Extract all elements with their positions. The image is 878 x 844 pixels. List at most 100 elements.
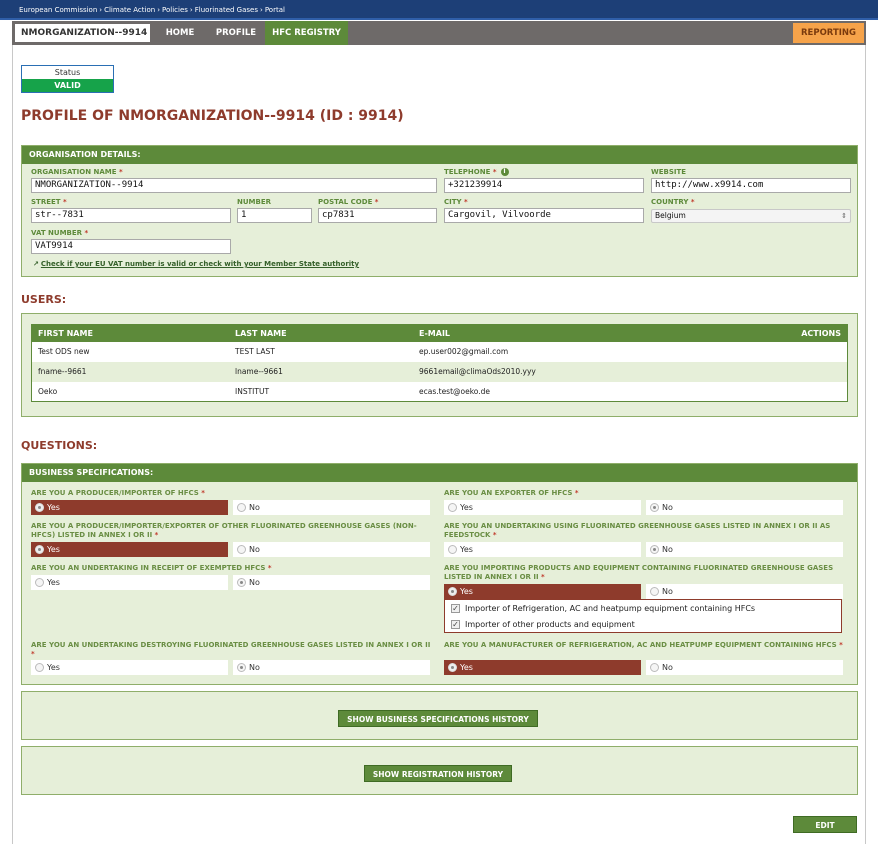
postal-code-field[interactable]: cp7831 <box>318 208 437 223</box>
user-last-name: TEST LAST <box>235 347 275 356</box>
q3-yes-option[interactable]: Yes <box>31 542 228 557</box>
col-first-name: FIRST NAME <box>38 329 93 338</box>
status-value: VALID <box>22 79 113 92</box>
q7-no-option[interactable]: No <box>233 660 430 675</box>
radio-icon <box>237 545 246 554</box>
status-badge: Status VALID <box>21 65 114 93</box>
user-email: ep.user002@gmail.com <box>419 347 509 356</box>
q8-no-option[interactable]: No <box>646 660 843 675</box>
q6-subtypes: ✓ Importer of Refrigeration, AC and heatp… <box>444 599 842 633</box>
top-banner: European Commission › Climate Action › Polic… <box>0 0 878 20</box>
show-business-history-button[interactable]: SHOW BUSINESS SPECIFICATIONS HISTORY <box>338 710 538 727</box>
country-select[interactable]: Belgium ⇕ <box>651 209 851 223</box>
org-name-label: ORGANISATION NAME * <box>31 168 123 176</box>
vat-number-field[interactable]: VAT9914 <box>31 239 231 254</box>
q7-yes-option[interactable]: Yes <box>31 660 228 675</box>
website-field[interactable]: http://www.x9914.com <box>651 178 851 193</box>
q1-yes-option[interactable]: Yes <box>31 500 228 515</box>
q3-no-option[interactable]: No <box>233 542 430 557</box>
telephone-label: TELEPHONE * i <box>444 168 509 176</box>
chevron-right-icon: › <box>157 6 160 14</box>
number-field[interactable]: 1 <box>237 208 312 223</box>
q1-no-option[interactable]: No <box>233 500 430 515</box>
nav-organisation[interactable]: NMORGANIZATION--9914 <box>15 24 150 42</box>
question-manufacturer-equipment: ARE YOU A MANUFACTURER OF REFRIGERATION,… <box>444 641 843 649</box>
panel-heading: BUSINESS SPECIFICATIONS: <box>22 464 857 482</box>
user-first-name: Test ODS new <box>38 347 90 356</box>
nav-hfc-registry[interactable]: HFC REGISTRY <box>265 21 348 45</box>
user-email: 9661email@climaOds2010.yyy <box>419 367 536 376</box>
q8-yes-option[interactable]: Yes <box>444 660 641 675</box>
radio-icon <box>650 587 659 596</box>
q2-yes-option[interactable]: Yes <box>444 500 641 515</box>
q4-no-option[interactable]: No <box>646 542 843 557</box>
user-last-name: INSTITUT <box>235 387 270 396</box>
q2-no-option[interactable]: No <box>646 500 843 515</box>
q6-no-option[interactable]: No <box>646 584 843 599</box>
panel-heading: ORGANISATION DETAILS: <box>22 146 857 164</box>
org-name-field[interactable]: NMORGANIZATION--9914 <box>31 178 437 193</box>
radio-icon <box>650 663 659 672</box>
chevron-right-icon: › <box>260 6 263 14</box>
breadcrumb-item[interactable]: Fluorinated Gases <box>195 6 258 14</box>
breadcrumb: European Commission › Climate Action › Polic… <box>19 6 285 14</box>
breadcrumb-item[interactable]: Climate Action <box>104 6 155 14</box>
country-label: COUNTRY * <box>651 198 695 206</box>
street-field[interactable]: str--7831 <box>31 208 231 223</box>
radio-selected-icon <box>35 503 44 512</box>
user-last-name: lname--9661 <box>235 367 283 376</box>
user-first-name: fname--9661 <box>38 367 87 376</box>
q4-yes-option[interactable]: Yes <box>444 542 641 557</box>
radio-icon <box>35 663 44 672</box>
website-label: WEBSITE <box>651 168 687 176</box>
telephone-field[interactable]: +321239914 <box>444 178 644 193</box>
show-registration-history-button[interactable]: SHOW REGISTRATION HISTORY <box>364 765 512 782</box>
status-label: Status <box>54 68 81 77</box>
breadcrumb-item[interactable]: Policies <box>162 6 188 14</box>
checkbox-checked-icon: ✓ <box>451 604 460 613</box>
vat-check-link[interactable]: ↗ Check if your EU VAT number is valid or… <box>33 260 359 268</box>
checkbox-refrigeration-importer[interactable]: ✓ Importer of Refrigeration, AC and heatp… <box>451 601 755 616</box>
breadcrumb-item[interactable]: European Commission <box>19 6 97 14</box>
q5-no-option[interactable]: No <box>233 575 430 590</box>
radio-icon <box>237 503 246 512</box>
chevron-right-icon: › <box>99 6 103 14</box>
radio-selected-icon <box>650 503 659 512</box>
radio-selected-icon <box>448 587 457 596</box>
radio-selected-icon <box>237 663 246 672</box>
external-link-icon: ↗ <box>33 260 39 268</box>
users-table: FIRST NAME LAST NAME E-MAIL ACTIONS Test… <box>31 324 848 402</box>
radio-icon <box>448 545 457 554</box>
col-actions: ACTIONS <box>801 329 841 338</box>
city-field[interactable]: Cargovil, Vilvoorde <box>444 208 644 223</box>
question-other-fgases: ARE YOU A PRODUCER/IMPORTER/EXPORTER OF … <box>31 522 417 539</box>
table-row: fname--9661 lname--9661 9661email@climaO… <box>32 362 847 382</box>
edit-button[interactable]: EDIT <box>793 816 857 833</box>
radio-selected-icon <box>650 545 659 554</box>
select-arrows-icon: ⇕ <box>841 212 847 220</box>
col-email: E-MAIL <box>419 329 451 338</box>
radio-selected-icon <box>237 578 246 587</box>
breadcrumb-item[interactable]: Portal <box>265 6 285 14</box>
question-exporter-hfcs: ARE YOU AN EXPORTER OF HFCS * <box>444 489 579 497</box>
nav-profile[interactable]: PROFILE <box>208 21 264 45</box>
nav-home[interactable]: HOME <box>154 21 206 45</box>
vat-number-label: VAT NUMBER * <box>31 229 89 237</box>
info-icon[interactable]: i <box>500 168 509 176</box>
col-last-name: LAST NAME <box>235 329 287 338</box>
q6-yes-option[interactable]: Yes <box>444 584 641 599</box>
chevron-right-icon: › <box>189 6 193 14</box>
radio-icon <box>35 578 44 587</box>
checkbox-checked-icon: ✓ <box>451 620 460 629</box>
postal-code-label: POSTAL CODE * <box>318 198 379 206</box>
nav-reporting[interactable]: REPORTING <box>793 23 864 43</box>
city-label: CITY * <box>444 198 468 206</box>
number-label: NUMBER <box>237 198 272 206</box>
user-first-name: Oeko <box>38 387 58 396</box>
table-row: Oeko INSTITUT ecas.test@oeko.de <box>32 382 847 402</box>
checkbox-other-products-importer[interactable]: ✓ Importer of other products and equipmen… <box>451 617 635 632</box>
question-exempted-hfcs: ARE YOU AN UNDERTAKING IN RECEIPT OF EXE… <box>31 564 272 572</box>
user-email: ecas.test@oeko.de <box>419 387 491 396</box>
q5-yes-option[interactable]: Yes <box>31 575 228 590</box>
page-title: PROFILE OF NMORGANIZATION--9914 (ID : 99… <box>21 108 404 124</box>
